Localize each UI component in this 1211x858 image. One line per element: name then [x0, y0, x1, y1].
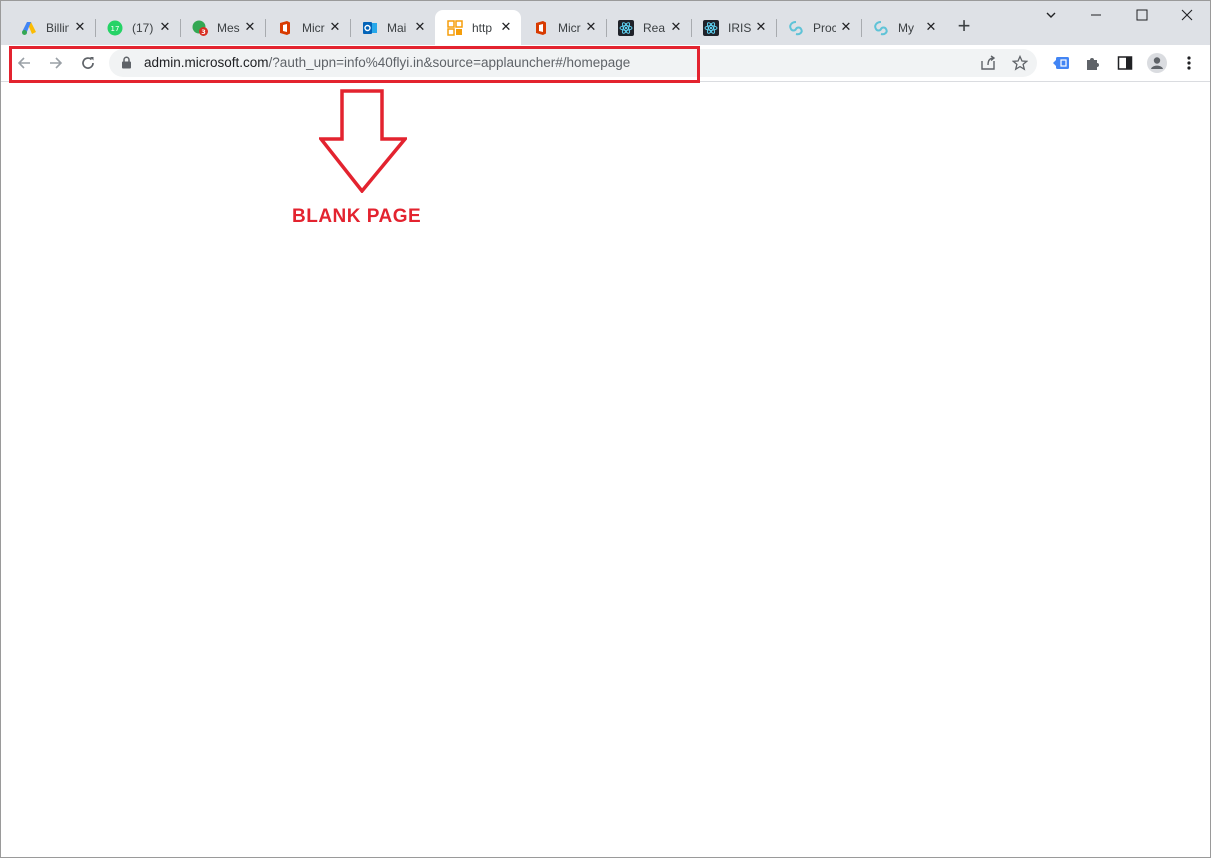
share-icon[interactable] [979, 54, 997, 72]
tab-search-chevron-icon[interactable] [1031, 5, 1071, 27]
tab-4[interactable]: Micr ✕ [265, 10, 351, 45]
office-icon [533, 20, 549, 36]
tab-title: Rea [643, 20, 666, 35]
address-bar-highlight-box [9, 46, 700, 83]
react-icon [703, 19, 719, 36]
tab-title: Mes [217, 20, 240, 35]
tab-9[interactable]: IRIS ✕ [691, 10, 777, 45]
tab-11[interactable]: My ✕ [861, 10, 946, 45]
minimize-button[interactable] [1076, 5, 1116, 27]
down-arrow-annotation-icon [317, 89, 409, 198]
close-icon[interactable]: ✕ [413, 19, 427, 35]
tab-2[interactable]: 17 (17) ✕ [95, 10, 181, 45]
menu-kebab-icon[interactable] [1179, 53, 1199, 73]
azure-icon [873, 20, 889, 36]
tab-8[interactable]: Rea ✕ [606, 10, 692, 45]
tab-5[interactable]: Mai ✕ [350, 10, 435, 45]
tab-title: Mai [387, 20, 407, 35]
bookmark-star-icon[interactable] [1011, 54, 1029, 72]
tab-strip: Billin ✕ 17 (17) ✕ 3 Mes ✕ Micr ✕ Mai ✕ … [1, 1, 1210, 45]
maximize-button[interactable] [1122, 5, 1162, 27]
close-icon[interactable]: ✕ [754, 19, 768, 35]
tab-title: http [472, 20, 493, 35]
puzzle-extensions-icon[interactable] [1083, 53, 1103, 73]
close-icon[interactable]: ✕ [584, 19, 598, 35]
tab-10[interactable]: Proc ✕ [776, 10, 862, 45]
close-icon[interactable]: ✕ [669, 19, 683, 35]
admin-icon [447, 19, 463, 36]
tab-title: Billin [46, 20, 69, 35]
close-icon[interactable]: ✕ [839, 19, 853, 35]
tab-badge: 17 [111, 25, 120, 33]
outlook-icon [362, 20, 378, 36]
close-icon[interactable]: ✕ [924, 19, 938, 35]
tab-6-active[interactable]: http ✕ [435, 10, 521, 45]
google-ads-icon [21, 20, 37, 36]
tab-title: IRIS [728, 20, 751, 35]
messages-icon: 3 [192, 20, 208, 36]
blank-page-label: BLANK PAGE [292, 206, 422, 227]
tab-title: Micr [302, 20, 325, 35]
new-tab-button[interactable]: + [954, 13, 974, 39]
azure-icon [788, 20, 804, 36]
tab-title: Proc [813, 20, 836, 35]
tab-title: Micr [558, 20, 581, 35]
react-icon [618, 19, 634, 36]
close-icon[interactable]: ✕ [243, 19, 257, 35]
whatsapp-icon: 17 [107, 20, 123, 36]
page-content-blank [1, 82, 1210, 857]
close-icon[interactable]: ✕ [328, 19, 342, 35]
tab-7[interactable]: Micr ✕ [521, 10, 607, 45]
side-panel-icon[interactable] [1115, 53, 1135, 73]
tab-title: (17) [132, 20, 154, 35]
tab-3[interactable]: 3 Mes ✕ [180, 10, 266, 45]
browser-window: Billin ✕ 17 (17) ✕ 3 Mes ✕ Micr ✕ Mai ✕ … [0, 0, 1211, 858]
close-icon[interactable]: ✕ [73, 19, 87, 35]
tab-1[interactable]: Billin ✕ [9, 10, 96, 45]
extension-icon[interactable] [1051, 53, 1071, 73]
profile-avatar-icon[interactable] [1147, 53, 1167, 73]
office-icon [277, 20, 293, 36]
tab-title: My [898, 20, 914, 35]
tab-badge: 3 [201, 28, 206, 36]
close-icon[interactable]: ✕ [499, 19, 513, 35]
close-window-button[interactable] [1167, 5, 1207, 27]
close-icon[interactable]: ✕ [158, 19, 172, 35]
